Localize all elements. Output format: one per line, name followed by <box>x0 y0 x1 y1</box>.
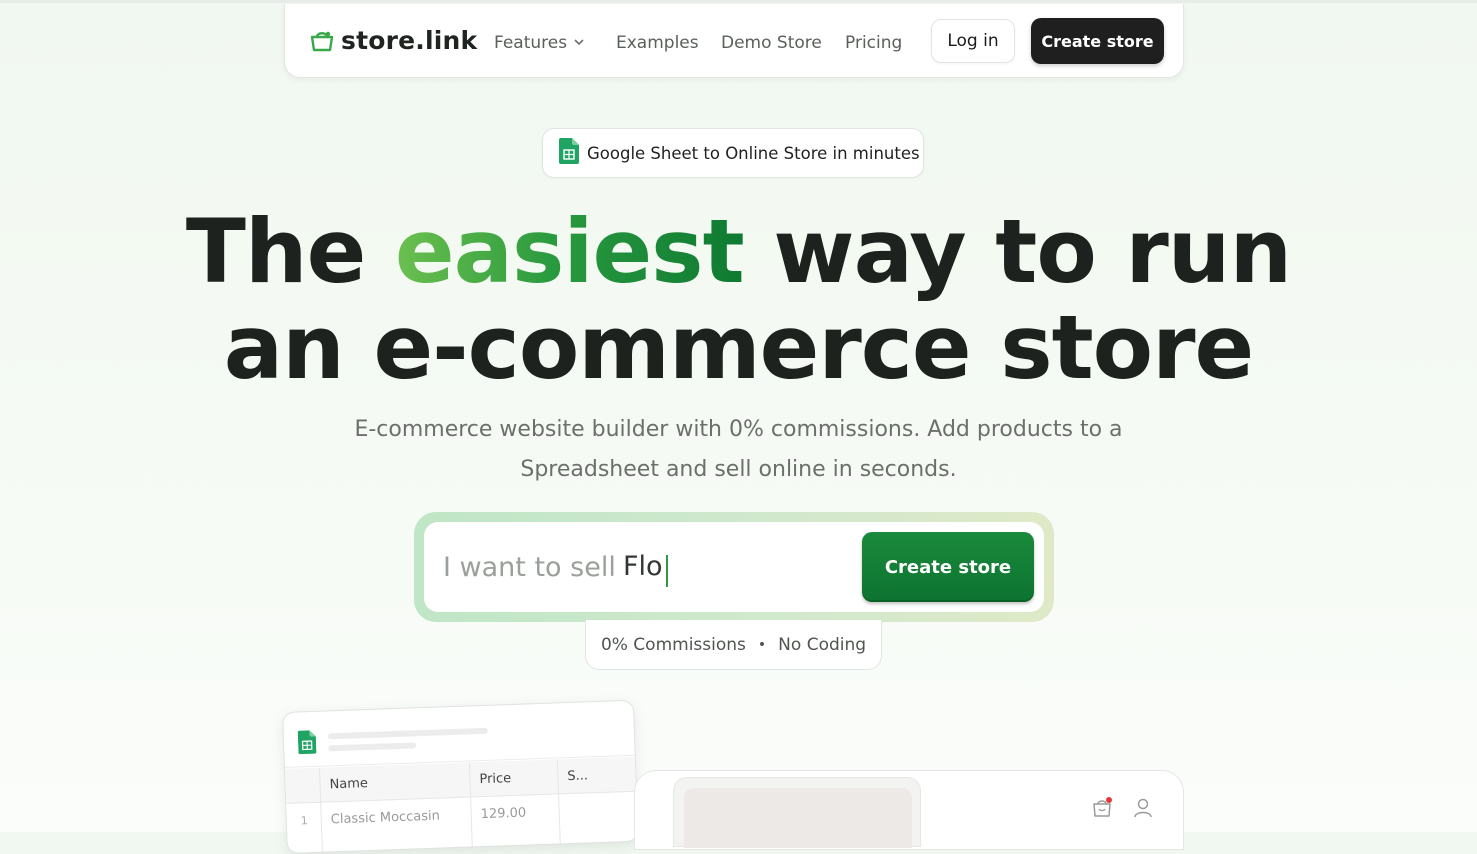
placeholder-bar <box>328 728 488 740</box>
search-value: Flo <box>623 551 663 582</box>
nav-pricing[interactable]: Pricing <box>845 33 902 53</box>
row-price: 129.00 <box>480 806 526 823</box>
navbar: store.link Features Examples Demo Store … <box>284 4 1184 78</box>
column-price: Price <box>479 771 511 787</box>
nav-demo-store[interactable]: Demo Store <box>721 33 822 53</box>
store-search-box: I want to sell Flo Create store <box>414 512 1054 622</box>
spreadsheet-preview: Name Price S... 1 Classic Moccasin 129.0… <box>282 700 639 854</box>
feature-no-coding: No Coding <box>778 635 866 655</box>
product-image-placeholder <box>684 788 912 848</box>
store-search-input[interactable]: I want to sell Flo Create store <box>424 522 1044 612</box>
login-button[interactable]: Log in <box>931 19 1015 63</box>
chevron-down-icon <box>573 33 585 53</box>
row-name: Classic Moccasin <box>331 809 441 828</box>
headline-line2: an e-commerce store <box>224 296 1253 399</box>
create-store-nav-button[interactable]: Create store <box>1031 18 1164 64</box>
hero-subtitle: E-commerce website builder with 0% commi… <box>300 410 1177 490</box>
hero-headline: The easiest way to run an e-commerce sto… <box>0 204 1477 396</box>
text-caret <box>666 555 668 587</box>
google-sheets-icon <box>298 730 317 759</box>
shopping-basket-icon <box>309 28 335 54</box>
logo[interactable]: store.link <box>309 26 477 55</box>
headline-part2: way to run <box>744 200 1291 303</box>
google-sheets-icon <box>559 138 579 168</box>
nav-features-label: Features <box>494 33 567 53</box>
features-pill: 0% Commissions • No Coding <box>585 620 882 670</box>
store-product-card <box>673 777 921 847</box>
feature-commissions: 0% Commissions <box>601 635 746 655</box>
column-stock: S... <box>567 768 588 784</box>
create-store-button[interactable]: Create store <box>862 532 1034 602</box>
user-icon[interactable] <box>1133 797 1153 823</box>
row-number: 1 <box>301 814 308 827</box>
logo-text: store.link <box>341 26 477 55</box>
cart-icon[interactable] <box>1091 797 1113 823</box>
nav-features[interactable]: Features <box>494 33 585 53</box>
feature-separator: • <box>758 637 766 653</box>
headline-accent: easiest <box>395 200 744 303</box>
feature-badge: Google Sheet to Online Store in minutes <box>542 128 924 178</box>
headline-part1: The <box>186 200 395 303</box>
store-preview <box>634 770 1184 850</box>
column-name: Name <box>329 776 368 792</box>
top-border <box>0 0 1477 3</box>
nav-examples[interactable]: Examples <box>616 33 699 53</box>
badge-text: Google Sheet to Online Store in minutes <box>587 144 920 163</box>
placeholder-bar <box>328 742 416 751</box>
search-prefix: I want to sell <box>443 552 616 583</box>
